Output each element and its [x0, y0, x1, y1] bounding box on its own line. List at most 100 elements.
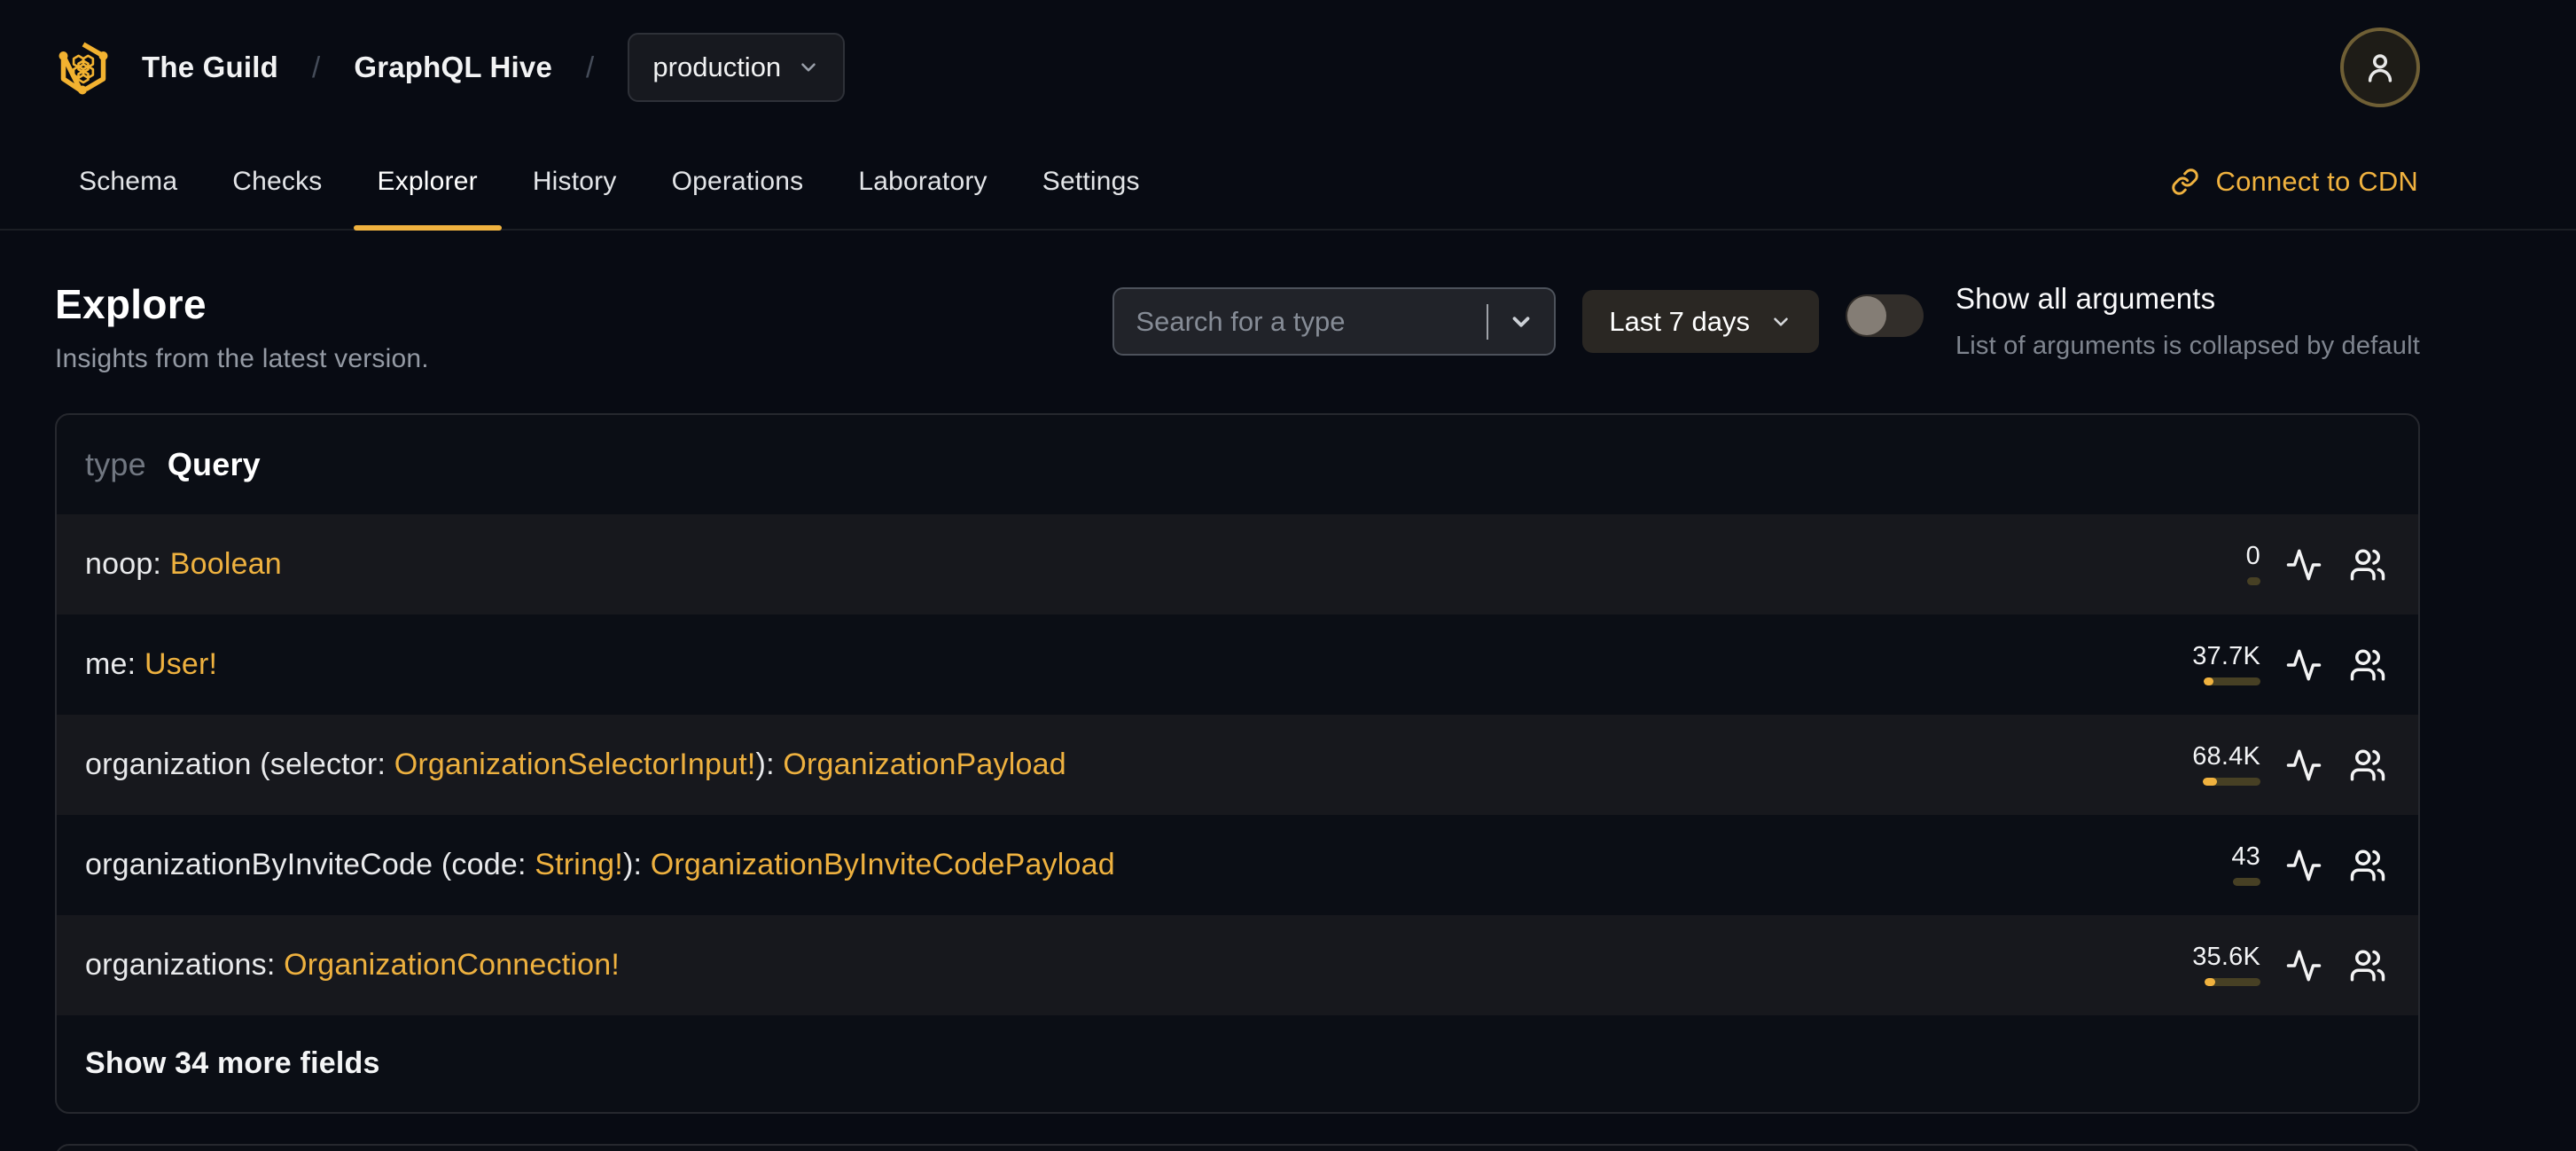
connect-cdn-label: Connect to CDN: [2215, 166, 2418, 197]
field-signature: organizations: OrganizationConnection!: [85, 948, 620, 983]
tab-schema[interactable]: Schema: [55, 135, 201, 229]
field-stats: 35.6K: [2192, 944, 2388, 986]
target-selector-label: production: [652, 51, 782, 82]
usage-count: 68.4K: [2192, 742, 2260, 771]
usage-bar: [2233, 878, 2260, 886]
tab-bar: Schema Checks Explorer History Operation…: [0, 135, 2576, 231]
breadcrumb: The Guild / GraphQL Hive / production: [55, 33, 846, 102]
tab-settings[interactable]: Settings: [1019, 135, 1164, 229]
field-row: organizationByInviteCode (code: String!)…: [57, 815, 2418, 915]
field-row: me: User! 37.7K: [57, 615, 2418, 715]
activity-icon[interactable]: [2283, 745, 2324, 786]
activity-icon[interactable]: [2283, 544, 2324, 585]
breadcrumb-separator: /: [311, 51, 321, 83]
toggle-hint: List of arguments is collapsed by defaul…: [1955, 332, 2420, 360]
users-icon[interactable]: [2347, 645, 2388, 685]
link-icon: [2172, 168, 2199, 195]
type-card: type Query noop: Boolean 0 me: User! 37.…: [55, 413, 2420, 1114]
usage-count-block: 0: [2198, 544, 2260, 585]
tab-explorer[interactable]: Explorer: [353, 135, 503, 231]
explorer-controls: Last 7 days Show all arguments List of a…: [1112, 282, 2420, 361]
activity-icon[interactable]: [2283, 945, 2324, 986]
field-row: noop: Boolean 0: [57, 514, 2418, 615]
field-type-link[interactable]: User!: [144, 647, 217, 681]
usage-count-block: 43: [2198, 844, 2260, 886]
tab-history[interactable]: History: [509, 135, 641, 229]
user-icon: [2368, 54, 2393, 82]
top-bar: The Guild / GraphQL Hive / production: [0, 0, 2475, 135]
page-subtitle: Insights from the latest version.: [55, 344, 429, 373]
usage-count: 35.6K: [2192, 943, 2260, 971]
chevron-down-icon: [1774, 317, 1788, 326]
usage-bar: [2247, 577, 2260, 585]
field-name: organization (selector:: [85, 748, 394, 781]
toggle-text: Show all arguments List of arguments is …: [1955, 282, 2420, 361]
usage-count-block: 35.6K: [2192, 944, 2260, 986]
field-type-link[interactable]: OrganizationByInviteCodePayload: [651, 848, 1115, 881]
field-stats: 43: [2198, 844, 2388, 886]
toggle-label: Show all arguments: [1955, 282, 2216, 315]
search-divider: [1487, 303, 1489, 340]
field-row: organization (selector: OrganizationSele…: [57, 715, 2418, 815]
chevron-down-icon: [1513, 316, 1530, 327]
field-list: noop: Boolean 0 me: User! 37.7K organiza…: [57, 514, 2418, 1015]
field-row: organizations: OrganizationConnection! 3…: [57, 915, 2418, 1015]
field-type-link[interactable]: OrganizationConnection!: [284, 948, 620, 982]
users-icon[interactable]: [2347, 845, 2388, 886]
usage-count: 37.7K: [2192, 642, 2260, 670]
field-type-link[interactable]: OrganizationPayload: [783, 748, 1066, 781]
field-name: organizations:: [85, 948, 285, 982]
usage-bar: [2204, 677, 2260, 685]
breadcrumb-separator: /: [586, 51, 595, 83]
period-selector[interactable]: Last 7 days: [1582, 290, 1819, 353]
usage-count: 0: [2245, 542, 2260, 570]
field-signature: organization (selector: OrganizationSele…: [85, 748, 1066, 781]
field-signature: organizationByInviteCode (code: String!)…: [85, 848, 1115, 881]
field-stats: 0: [2198, 544, 2388, 585]
field-arg-type-link[interactable]: OrganizationSelectorInput!: [394, 748, 756, 781]
type-kind-label: type: [85, 446, 146, 482]
field-stats: 37.7K: [2192, 644, 2388, 685]
tab-operations[interactable]: Operations: [648, 135, 828, 229]
chevron-down-icon: [801, 63, 816, 72]
field-name: organizationByInviteCode (code:: [85, 848, 535, 881]
breadcrumb-project[interactable]: GraphQL Hive: [354, 51, 552, 84]
type-search-input[interactable]: [1114, 305, 1487, 338]
explorer-page: Explore Insights from the latest version…: [0, 280, 2475, 1151]
tab-laboratory[interactable]: Laboratory: [834, 135, 1011, 229]
show-arguments-toggle[interactable]: [1845, 294, 1924, 337]
field-stats: 68.4K: [2192, 744, 2388, 786]
hive-logo-icon[interactable]: [55, 38, 112, 97]
usage-count-block: 68.4K: [2192, 744, 2260, 786]
breadcrumb-org[interactable]: The Guild: [142, 51, 278, 84]
user-menu-avatar[interactable]: [2340, 27, 2420, 107]
type-card-header: type Query: [57, 415, 2418, 514]
page-title: Explore: [55, 281, 207, 327]
type-search-box: [1112, 287, 1557, 356]
tab-checks[interactable]: Checks: [208, 135, 346, 229]
usage-count-block: 37.7K: [2192, 644, 2260, 685]
period-label: Last 7 days: [1609, 305, 1750, 337]
users-icon[interactable]: [2347, 745, 2388, 786]
toggle-knob: [1846, 296, 1886, 335]
field-type-link[interactable]: Boolean: [170, 547, 282, 581]
activity-icon[interactable]: [2283, 845, 2324, 886]
users-icon[interactable]: [2347, 945, 2388, 986]
usage-count: 43: [2231, 842, 2260, 871]
search-dropdown-button[interactable]: [1488, 309, 1554, 335]
connect-cdn-link[interactable]: Connect to CDN: [2171, 135, 2420, 229]
usage-bar: [2203, 778, 2260, 786]
next-type-card: [55, 1144, 2420, 1151]
field-name: me:: [85, 647, 144, 681]
show-more-button[interactable]: Show 34 more fields: [57, 1015, 2418, 1112]
users-icon[interactable]: [2347, 544, 2388, 585]
field-signature: noop: Boolean: [85, 547, 282, 582]
page-heading: Explore Insights from the latest version…: [55, 280, 429, 374]
usage-bar: [2205, 978, 2260, 986]
field-arg-type-link[interactable]: String!: [535, 848, 623, 881]
activity-icon[interactable]: [2283, 645, 2324, 685]
type-name: Query: [167, 446, 261, 482]
arguments-toggle-group: Show all arguments List of arguments is …: [1845, 282, 2420, 361]
target-selector[interactable]: production: [628, 33, 846, 102]
field-signature: me: User!: [85, 647, 217, 682]
